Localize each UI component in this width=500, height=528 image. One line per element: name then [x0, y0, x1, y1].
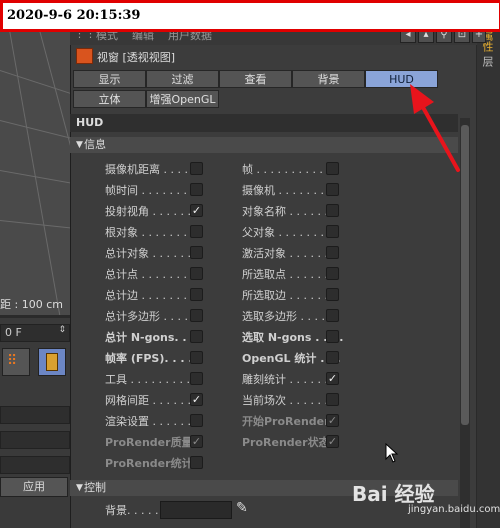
option-checkbox[interactable]: [326, 267, 339, 280]
tab-background[interactable]: 背景: [292, 70, 365, 88]
apply-button[interactable]: 应用: [0, 477, 68, 497]
option-checkbox[interactable]: [326, 183, 339, 196]
filmstrip-icon[interactable]: [38, 348, 66, 376]
attribute-field-3[interactable]: [0, 456, 70, 474]
watermark-url: jingyan.baidu.com: [408, 504, 500, 515]
frame-field-value: 0 F: [5, 326, 22, 339]
frame-field[interactable]: 0 F ⇕: [0, 324, 70, 342]
option-label: 摄像机 . . . . . . . .: [242, 184, 331, 197]
option-label: 当前场次 . . . . . .: [242, 394, 328, 407]
option-checkbox[interactable]: [190, 225, 203, 238]
stepper-icon[interactable]: ⇕: [58, 325, 66, 335]
option-checkbox[interactable]: [190, 414, 203, 427]
option-label: 总计点 . . . . . . . .: [105, 268, 194, 281]
option-label: 渲染设置 . . . . . .: [105, 415, 191, 428]
grid-line: [39, 30, 70, 315]
option-checkbox[interactable]: [326, 393, 339, 406]
option-label: 网格间距 . . . . . .: [105, 394, 191, 407]
option-checkbox[interactable]: [326, 225, 339, 238]
option-label: 根对象 . . . . . . . .: [105, 226, 194, 239]
info-group-label: 信息: [84, 138, 106, 151]
option-checkbox: [190, 456, 203, 469]
option-checkbox[interactable]: ✓: [326, 372, 339, 385]
attribute-field-2[interactable]: [0, 431, 70, 449]
right-side-strip: 属性 层: [477, 30, 500, 528]
tab-enhanced-opengl[interactable]: 增强OpenGL: [146, 90, 219, 108]
option-checkbox[interactable]: [190, 246, 203, 259]
mouse-cursor-icon: [385, 443, 399, 463]
option-label: 选取多边形 . . . .: [242, 310, 325, 323]
option-label: 总计多边形 . . . .: [105, 310, 188, 323]
option-checkbox[interactable]: [326, 330, 339, 343]
option-label: 总计边 . . . . . . . .: [105, 289, 194, 302]
option-checkbox[interactable]: [190, 288, 203, 301]
option-label: 激活对象 . . . . . .: [242, 247, 328, 260]
option-checkbox[interactable]: [326, 309, 339, 322]
expand-triangle-icon[interactable]: ▼: [76, 480, 83, 496]
layers-vertical-tab[interactable]: 层: [481, 56, 495, 67]
option-checkbox: ✓: [190, 435, 203, 448]
option-label: ProRender状态: [242, 436, 330, 449]
option-label: 帧 . . . . . . . . . . . .: [242, 163, 337, 176]
option-checkbox[interactable]: ✓: [190, 204, 203, 217]
annotation-arrow-icon: [410, 84, 460, 172]
attribute-field-1[interactable]: [0, 406, 70, 424]
tab-stereo[interactable]: 立体: [73, 90, 146, 108]
viewport-distance-readout: 距 : 100 cm: [0, 298, 63, 311]
panel-title: 视窗 [透视视图]: [97, 51, 176, 64]
option-label: 工具 . . . . . . . . . .: [105, 373, 197, 386]
option-label: 帧时间 . . . . . . . .: [105, 184, 194, 197]
option-checkbox[interactable]: [326, 204, 339, 217]
grid-line: [0, 220, 70, 234]
option-label: 对象名称 . . . . . .: [242, 205, 328, 218]
option-checkbox[interactable]: [190, 351, 203, 364]
option-checkbox[interactable]: [190, 372, 203, 385]
timestamp-label: 2020-9-6 20:15:39: [0, 0, 500, 32]
tab-display[interactable]: 显示: [73, 70, 146, 88]
option-label: 所选取点 . . . . . .: [242, 268, 328, 281]
grid-line: [0, 120, 70, 151]
watermark-logo: Bai 经验: [352, 482, 435, 506]
3d-viewport[interactable]: [0, 30, 70, 315]
option-checkbox[interactable]: ✓: [190, 393, 203, 406]
viewport-window-icon: [76, 48, 93, 64]
option-checkbox[interactable]: [190, 183, 203, 196]
background-option-label: 背景. . . . .: [105, 504, 159, 517]
option-label: 投射视角 . . . . . .: [105, 205, 191, 218]
option-checkbox: ✓: [326, 414, 339, 427]
option-checkbox: ✓: [326, 435, 339, 448]
option-checkbox[interactable]: [326, 288, 339, 301]
control-group-label: 控制: [84, 481, 106, 494]
option-label: ProRender统计: [105, 457, 193, 470]
option-label: ProRender质量: [105, 436, 193, 449]
tab-view[interactable]: 查看: [219, 70, 292, 88]
option-checkbox[interactable]: [326, 246, 339, 259]
option-checkbox[interactable]: [190, 309, 203, 322]
option-label: 父对象 . . . . . . . .: [242, 226, 331, 239]
background-color-field[interactable]: [160, 501, 232, 519]
option-label: 雕刻统计 . . . . . .: [242, 373, 328, 386]
option-label: 开始ProRender: [242, 415, 330, 428]
tab-filter[interactable]: 过滤: [146, 70, 219, 88]
option-label: 总计 N-gons. . . .: [105, 331, 203, 344]
eyedropper-icon[interactable]: ✎: [236, 500, 248, 516]
keyframe-dots-icon[interactable]: ⠿: [2, 348, 30, 376]
option-checkbox[interactable]: [326, 162, 339, 175]
option-checkbox[interactable]: [326, 351, 339, 364]
option-label: 总计对象 . . . . . .: [105, 247, 191, 260]
option-checkbox[interactable]: [190, 267, 203, 280]
option-label: 帧率 (FPS). . . . .: [105, 352, 201, 365]
option-checkbox[interactable]: [190, 162, 203, 175]
option-label: 摄像机距离 . . . .: [105, 163, 188, 176]
expand-triangle-icon[interactable]: ▼: [76, 137, 83, 153]
option-label: 所选取边 . . . . . .: [242, 289, 328, 302]
option-checkbox[interactable]: [190, 330, 203, 343]
